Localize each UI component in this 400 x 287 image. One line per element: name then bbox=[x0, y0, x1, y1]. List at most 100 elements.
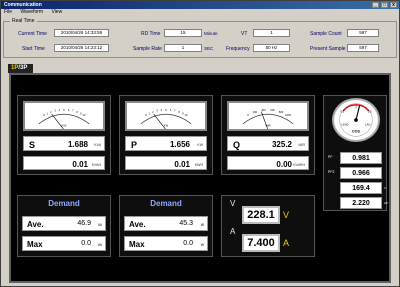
demand-kva-max-row: Max 0.0 VA bbox=[22, 236, 106, 251]
gauge-q-tick-label: 800 bbox=[279, 110, 284, 114]
cos-lead-label: LEAD bbox=[342, 122, 349, 126]
voltage-display: 228.1 bbox=[242, 206, 280, 224]
gauge-p-tick-label: 8 bbox=[178, 110, 180, 114]
current-time-field[interactable]: 2010/04/26 14:33:59 bbox=[54, 29, 109, 37]
demand-kw-title: Demand bbox=[150, 199, 182, 208]
s-energy-unit: KVAH bbox=[91, 163, 101, 167]
current-unit: A bbox=[283, 238, 290, 248]
gauge-s-tick-label: 6 bbox=[68, 108, 70, 112]
pf-label: PF bbox=[328, 155, 333, 159]
voltage-unit: V bbox=[283, 210, 290, 220]
demand-kva-panel: Demand Ave. 46.9 VA Max 0.0 VA bbox=[17, 195, 111, 257]
menu-waveform[interactable]: Waveform bbox=[20, 9, 43, 15]
present-sample-label: Present Sample bbox=[310, 46, 346, 52]
cos-label: COS bbox=[352, 130, 360, 134]
gauge-p-tick-label: 3 bbox=[156, 109, 158, 113]
realtime-group: Real Time Current Time 2010/04/26 14:33:… bbox=[3, 18, 397, 58]
current-time-label: Current Time bbox=[18, 31, 47, 37]
q-letter: Q bbox=[233, 140, 241, 150]
start-time-label: Start Time bbox=[22, 46, 45, 52]
frequency-label: Frequency bbox=[226, 46, 250, 52]
cos-lag-label: LAG bbox=[365, 122, 370, 126]
gauge-s-tick-label: 4 bbox=[59, 108, 61, 112]
demand-kw-ave-value: 45.3 bbox=[179, 220, 193, 227]
gauge-p-tick-label: 10 bbox=[185, 113, 188, 117]
gauge-p-tick-label: 5 bbox=[165, 108, 167, 112]
present-sample-field[interactable]: 597 bbox=[347, 44, 379, 52]
cos-gauge: 1 0.5 0.5 LEAD LAG COS bbox=[332, 98, 380, 142]
voltage-unit: V bbox=[384, 186, 387, 190]
q-value-box: Q 325.2 VAR bbox=[227, 136, 309, 151]
sample-rate-label: Sample Rate bbox=[133, 46, 162, 52]
current-display: 7.400 bbox=[242, 234, 280, 252]
gauge-s: 0 1 2 3 4 5 6 7 8 9 10 KVA bbox=[23, 101, 105, 131]
minimize-button[interactable]: _ bbox=[372, 2, 379, 8]
s-value: 1.688 bbox=[67, 140, 88, 149]
realtime-legend: Real Time bbox=[10, 18, 37, 24]
s-energy-value: 0.01 bbox=[72, 160, 88, 169]
frequency-field[interactable]: 50 Hz bbox=[253, 44, 290, 52]
gauge-s-tick-label: 3 bbox=[54, 109, 56, 113]
demand-kw-ave-unit: W bbox=[200, 223, 204, 227]
cos-gauge-svg: 1 0.5 0.5 LEAD LAG COS bbox=[339, 103, 373, 137]
voltage-row: 169.4 V bbox=[328, 182, 388, 194]
gauge-p-tick-label: 0 bbox=[145, 113, 147, 117]
p-value-box: P 1.656 KW bbox=[125, 136, 207, 151]
start-time-field[interactable]: 2010/04/26 14:23:12 bbox=[54, 44, 109, 52]
tab-1p-3p[interactable]: 1P/3P bbox=[8, 64, 33, 73]
demand-kw-max-row: Max 0.0 W bbox=[124, 236, 208, 251]
main-window: Communication _ □ x File Waveform View R… bbox=[0, 0, 400, 287]
p-energy-value: 0.01 bbox=[174, 160, 190, 169]
gauge-s-tick-label: 0 bbox=[43, 113, 45, 117]
q-energy-unit: KVARH bbox=[293, 163, 305, 167]
sample-count-field[interactable]: 597 bbox=[347, 29, 379, 37]
pf-panel: 1 0.5 0.5 LEAD LAG COS PF 0.981 PF2 0.96… bbox=[323, 95, 388, 211]
demand-kw-ave-row: Ave. 45.3 W bbox=[124, 216, 208, 231]
vt-label: VT bbox=[241, 31, 248, 37]
s-value-box: S 1.688 KVA bbox=[23, 136, 105, 151]
gauge-s-tick-label: 2 bbox=[50, 110, 52, 114]
s-letter: S bbox=[29, 140, 36, 150]
gauge-p-svg: 01 2 3 4 5 6 7 8 910 KW bbox=[140, 108, 192, 131]
demand-kva-title: Demand bbox=[48, 199, 80, 208]
gauge-p-tick-label: 4 bbox=[161, 108, 163, 112]
gauge-q-tick-label: 600 bbox=[270, 108, 275, 112]
tab-3p[interactable]: 3P bbox=[20, 65, 27, 71]
cos-tick-left: 0.5 bbox=[340, 110, 344, 114]
meter-panel: 0 1 2 3 4 5 6 7 8 9 10 KVA S 1.688 KVA 0.01 KVAH 0… bbox=[9, 73, 391, 283]
title-bar: Communication _ □ x bbox=[1, 1, 399, 9]
demand-kva-ave-unit: VA bbox=[97, 223, 102, 227]
gauge-s-tick-label: 7 bbox=[72, 109, 74, 113]
menu-view[interactable]: View bbox=[51, 9, 62, 15]
voltage-value: 169.4 bbox=[340, 182, 382, 194]
q-energy-box: 0.00 KVARH bbox=[227, 156, 309, 170]
demand-kva-ave-row: Ave. 46.9 VA bbox=[22, 216, 106, 231]
gauge-q-tick-label: 200 bbox=[253, 110, 258, 114]
ap-value: 2.220 bbox=[340, 197, 382, 209]
gauge-q-svg: 0200400 6008001000 VAR bbox=[242, 108, 294, 130]
p-energy-unit: KWH bbox=[194, 163, 203, 167]
demand-kw-ave-label: Ave. bbox=[129, 220, 146, 229]
vt-field[interactable]: 1 bbox=[253, 29, 290, 37]
gauge-s-tick-label: 1 bbox=[46, 111, 48, 115]
s-unit: KVA bbox=[94, 143, 101, 147]
window-title: Communication bbox=[4, 2, 42, 8]
rd-time-label: RD Time bbox=[141, 31, 161, 37]
rd-time-unit: Minute bbox=[204, 31, 218, 36]
demand-kva-max-value: 0.0 bbox=[81, 240, 91, 247]
menu-bar: File Waveform View bbox=[1, 9, 399, 16]
sample-rate-field[interactable]: 1 bbox=[164, 44, 202, 52]
close-button[interactable]: x bbox=[390, 2, 397, 8]
pf2-row: PF2 0.966 bbox=[328, 167, 388, 179]
menu-file[interactable]: File bbox=[4, 9, 12, 15]
maximize-button[interactable]: □ bbox=[381, 2, 388, 8]
gauge-p: 0 1 2 3 4 5 6 7 8 9 10 KW bbox=[125, 101, 207, 131]
demand-kva-max-label: Max bbox=[27, 240, 43, 249]
gauge-p-tick-label: 2 bbox=[152, 110, 154, 114]
gauge-q: 0 200 400 600 800 1000 VAR bbox=[227, 101, 309, 131]
rd-time-field[interactable]: 15 bbox=[164, 29, 202, 37]
pf2-label: PF2 bbox=[328, 170, 335, 174]
gauge-q-tick-label: 0 bbox=[247, 113, 249, 117]
gauge-q-tick-label: 400 bbox=[261, 108, 266, 112]
p-letter: P bbox=[131, 140, 138, 150]
